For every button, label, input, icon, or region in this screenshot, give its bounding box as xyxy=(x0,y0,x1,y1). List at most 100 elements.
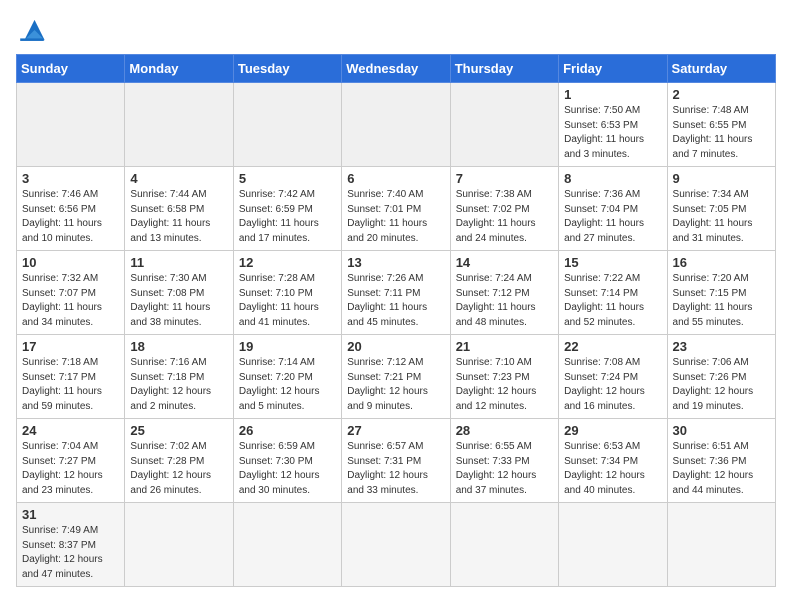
day-number: 30 xyxy=(673,423,770,438)
calendar-cell: 23 Sunrise: 7:06 AM Sunset: 7:26 PM Dayli… xyxy=(667,335,775,419)
calendar-cell: 28 Sunrise: 6:55 AM Sunset: 7:33 PM Dayli… xyxy=(450,419,558,503)
calendar-cell xyxy=(233,83,341,167)
header-day-friday: Friday xyxy=(559,55,667,83)
header-day-tuesday: Tuesday xyxy=(233,55,341,83)
calendar-week-2: 3 Sunrise: 7:46 AM Sunset: 6:56 PM Daylig… xyxy=(17,167,776,251)
day-number: 1 xyxy=(564,87,661,102)
day-number: 20 xyxy=(347,339,444,354)
day-info: Sunrise: 6:59 AM Sunset: 7:30 PM Dayligh… xyxy=(239,440,336,498)
day-info: Sunrise: 7:16 AM Sunset: 7:18 PM Dayligh… xyxy=(130,356,227,414)
day-number: 25 xyxy=(130,423,227,438)
day-info: Sunrise: 7:32 AM Sunset: 7:07 PM Dayligh… xyxy=(22,272,119,330)
calendar-week-6: 31Sunrise: 7:49 AM Sunset: 8:37 PM Dayli… xyxy=(17,503,776,587)
day-info: Sunrise: 7:44 AM Sunset: 6:58 PM Dayligh… xyxy=(130,188,227,246)
calendar-cell xyxy=(342,503,450,587)
header-day-monday: Monday xyxy=(125,55,233,83)
logo-icon xyxy=(16,16,48,44)
calendar-cell: 10 Sunrise: 7:32 AM Sunset: 7:07 PM Dayli… xyxy=(17,251,125,335)
day-info: Sunrise: 7:14 AM Sunset: 7:20 PM Dayligh… xyxy=(239,356,336,414)
day-number: 8 xyxy=(564,171,661,186)
day-info: Sunrise: 6:55 AM Sunset: 7:33 PM Dayligh… xyxy=(456,440,553,498)
calendar-cell: 5Sunrise: 7:42 AM Sunset: 6:59 PM Daylig… xyxy=(233,167,341,251)
calendar-cell: 9Sunrise: 7:34 AM Sunset: 7:05 PM Daylig… xyxy=(667,167,775,251)
calendar-cell xyxy=(667,503,775,587)
day-number: 6 xyxy=(347,171,444,186)
day-info: Sunrise: 7:36 AM Sunset: 7:04 PM Dayligh… xyxy=(564,188,661,246)
day-number: 12 xyxy=(239,255,336,270)
calendar-cell: 1 Sunrise: 7:50 AM Sunset: 6:53 PM Daylig… xyxy=(559,83,667,167)
calendar-cell xyxy=(125,503,233,587)
header-day-wednesday: Wednesday xyxy=(342,55,450,83)
calendar-cell xyxy=(125,83,233,167)
calendar-cell: 2Sunrise: 7:48 AM Sunset: 6:55 PM Daylig… xyxy=(667,83,775,167)
header-day-thursday: Thursday xyxy=(450,55,558,83)
day-number: 23 xyxy=(673,339,770,354)
day-number: 3 xyxy=(22,171,119,186)
calendar-body: 1 Sunrise: 7:50 AM Sunset: 6:53 PM Daylig… xyxy=(17,83,776,587)
day-number: 11 xyxy=(130,255,227,270)
calendar-cell: 16Sunrise: 7:20 AM Sunset: 7:15 PM Dayli… xyxy=(667,251,775,335)
calendar-cell: 26 Sunrise: 6:59 AM Sunset: 7:30 PM Dayli… xyxy=(233,419,341,503)
day-number: 14 xyxy=(456,255,553,270)
calendar-cell: 3 Sunrise: 7:46 AM Sunset: 6:56 PM Daylig… xyxy=(17,167,125,251)
day-number: 9 xyxy=(673,171,770,186)
calendar-week-1: 1 Sunrise: 7:50 AM Sunset: 6:53 PM Daylig… xyxy=(17,83,776,167)
day-info: Sunrise: 7:38 AM Sunset: 7:02 PM Dayligh… xyxy=(456,188,553,246)
day-number: 28 xyxy=(456,423,553,438)
calendar-cell: 18Sunrise: 7:16 AM Sunset: 7:18 PM Dayli… xyxy=(125,335,233,419)
header-day-sunday: Sunday xyxy=(17,55,125,83)
day-info: Sunrise: 7:28 AM Sunset: 7:10 PM Dayligh… xyxy=(239,272,336,330)
day-info: Sunrise: 7:48 AM Sunset: 6:55 PM Dayligh… xyxy=(673,104,770,162)
calendar-cell: 15Sunrise: 7:22 AM Sunset: 7:14 PM Dayli… xyxy=(559,251,667,335)
day-info: Sunrise: 7:08 AM Sunset: 7:24 PM Dayligh… xyxy=(564,356,661,414)
logo xyxy=(16,16,52,44)
header-day-saturday: Saturday xyxy=(667,55,775,83)
calendar-cell xyxy=(559,503,667,587)
day-info: Sunrise: 7:49 AM Sunset: 8:37 PM Dayligh… xyxy=(22,524,119,582)
day-info: Sunrise: 7:12 AM Sunset: 7:21 PM Dayligh… xyxy=(347,356,444,414)
calendar-cell: 31Sunrise: 7:49 AM Sunset: 8:37 PM Dayli… xyxy=(17,503,125,587)
day-number: 4 xyxy=(130,171,227,186)
calendar-cell: 17 Sunrise: 7:18 AM Sunset: 7:17 PM Dayli… xyxy=(17,335,125,419)
calendar-cell: 14 Sunrise: 7:24 AM Sunset: 7:12 PM Dayli… xyxy=(450,251,558,335)
calendar-cell: 19Sunrise: 7:14 AM Sunset: 7:20 PM Dayli… xyxy=(233,335,341,419)
day-number: 26 xyxy=(239,423,336,438)
day-info: Sunrise: 7:18 AM Sunset: 7:17 PM Dayligh… xyxy=(22,356,119,414)
calendar-cell: 20 Sunrise: 7:12 AM Sunset: 7:21 PM Dayli… xyxy=(342,335,450,419)
calendar-week-4: 17 Sunrise: 7:18 AM Sunset: 7:17 PM Dayli… xyxy=(17,335,776,419)
calendar-cell: 4 Sunrise: 7:44 AM Sunset: 6:58 PM Daylig… xyxy=(125,167,233,251)
calendar-header: SundayMondayTuesdayWednesdayThursdayFrid… xyxy=(17,55,776,83)
day-number: 7 xyxy=(456,171,553,186)
day-number: 22 xyxy=(564,339,661,354)
calendar-table: SundayMondayTuesdayWednesdayThursdayFrid… xyxy=(16,54,776,587)
calendar-week-3: 10 Sunrise: 7:32 AM Sunset: 7:07 PM Dayli… xyxy=(17,251,776,335)
day-number: 17 xyxy=(22,339,119,354)
calendar-cell: 24 Sunrise: 7:04 AM Sunset: 7:27 PM Dayli… xyxy=(17,419,125,503)
day-info: Sunrise: 7:24 AM Sunset: 7:12 PM Dayligh… xyxy=(456,272,553,330)
day-number: 21 xyxy=(456,339,553,354)
calendar-cell: 30 Sunrise: 6:51 AM Sunset: 7:36 PM Dayli… xyxy=(667,419,775,503)
header-row: SundayMondayTuesdayWednesdayThursdayFrid… xyxy=(17,55,776,83)
day-info: Sunrise: 6:51 AM Sunset: 7:36 PM Dayligh… xyxy=(673,440,770,498)
calendar-cell xyxy=(450,83,558,167)
calendar-cell: 22 Sunrise: 7:08 AM Sunset: 7:24 PM Dayli… xyxy=(559,335,667,419)
day-info: Sunrise: 7:30 AM Sunset: 7:08 PM Dayligh… xyxy=(130,272,227,330)
page-header xyxy=(16,16,776,44)
day-info: Sunrise: 6:53 AM Sunset: 7:34 PM Dayligh… xyxy=(564,440,661,498)
calendar-cell xyxy=(17,83,125,167)
calendar-cell: 12 Sunrise: 7:28 AM Sunset: 7:10 PM Dayli… xyxy=(233,251,341,335)
calendar-cell: 7 Sunrise: 7:38 AM Sunset: 7:02 PM Daylig… xyxy=(450,167,558,251)
day-info: Sunrise: 7:46 AM Sunset: 6:56 PM Dayligh… xyxy=(22,188,119,246)
calendar-cell: 29Sunrise: 6:53 AM Sunset: 7:34 PM Dayli… xyxy=(559,419,667,503)
day-info: Sunrise: 7:02 AM Sunset: 7:28 PM Dayligh… xyxy=(130,440,227,498)
day-info: Sunrise: 7:50 AM Sunset: 6:53 PM Dayligh… xyxy=(564,104,661,162)
calendar-cell: 6Sunrise: 7:40 AM Sunset: 7:01 PM Daylig… xyxy=(342,167,450,251)
calendar-cell: 13Sunrise: 7:26 AM Sunset: 7:11 PM Dayli… xyxy=(342,251,450,335)
day-info: Sunrise: 7:26 AM Sunset: 7:11 PM Dayligh… xyxy=(347,272,444,330)
day-info: Sunrise: 7:04 AM Sunset: 7:27 PM Dayligh… xyxy=(22,440,119,498)
calendar-cell: 8 Sunrise: 7:36 AM Sunset: 7:04 PM Daylig… xyxy=(559,167,667,251)
day-number: 24 xyxy=(22,423,119,438)
day-number: 27 xyxy=(347,423,444,438)
day-info: Sunrise: 7:06 AM Sunset: 7:26 PM Dayligh… xyxy=(673,356,770,414)
day-number: 10 xyxy=(22,255,119,270)
